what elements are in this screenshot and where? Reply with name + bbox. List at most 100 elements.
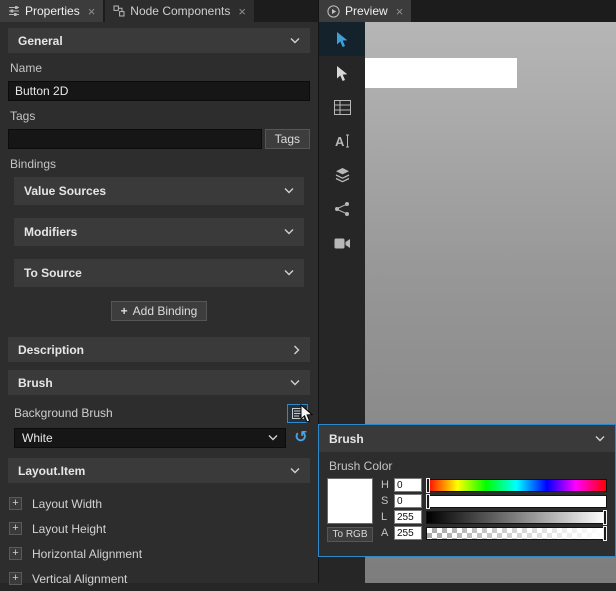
background-brush-row: Background Brush xyxy=(8,403,310,423)
text-tool-icon: A xyxy=(335,134,349,149)
saturation-slider[interactable] xyxy=(426,493,607,509)
section-brush[interactable]: Brush xyxy=(8,370,310,395)
brush-popup-header[interactable]: Brush xyxy=(319,425,615,452)
text-tool[interactable]: A xyxy=(319,124,365,158)
background-brush-label: Background Brush xyxy=(14,406,113,420)
hue-slider[interactable] xyxy=(426,477,607,493)
hue-value-input[interactable] xyxy=(394,478,422,492)
node-components-icon xyxy=(113,5,125,17)
add-property-icon[interactable]: + xyxy=(9,572,22,585)
to-rgb-button[interactable]: To RGB xyxy=(327,527,373,542)
node-graph-tool[interactable] xyxy=(319,192,365,226)
bindings-label: Bindings xyxy=(10,157,57,171)
horizontal-alignment-label: Horizontal Alignment xyxy=(32,546,143,561)
add-binding-label: Add Binding xyxy=(132,304,198,318)
saturation-label: S xyxy=(381,495,389,507)
camera-tool[interactable] xyxy=(319,226,365,260)
lightness-value-input[interactable] xyxy=(394,510,422,524)
select-tool[interactable] xyxy=(319,22,365,56)
layout-width-label: Layout Width xyxy=(32,496,103,511)
slider-marker[interactable] xyxy=(603,509,607,525)
transform-tool[interactable] xyxy=(319,56,365,90)
vertical-alignment-row: + Vertical Alignment xyxy=(8,566,310,591)
properties-icon xyxy=(8,5,20,17)
brush-popup: Brush Brush Color To RGB H S L xyxy=(318,424,616,557)
panel-list-icon xyxy=(291,407,304,419)
plus-icon: + xyxy=(120,304,128,318)
tab-preview[interactable]: Preview × xyxy=(319,0,412,22)
section-description[interactable]: Description xyxy=(8,337,310,362)
layout-height-label: Layout Height xyxy=(32,521,107,536)
add-property-icon[interactable]: + xyxy=(9,497,22,510)
node-graph-icon xyxy=(335,202,349,216)
slider-marker[interactable] xyxy=(426,493,430,509)
section-modifiers[interactable]: Modifiers xyxy=(14,218,304,246)
add-property-icon[interactable]: + xyxy=(9,547,22,560)
brush-editor-button[interactable] xyxy=(287,403,308,423)
camera-icon xyxy=(334,238,350,248)
tags-button[interactable]: Tags xyxy=(264,129,310,149)
chevron-down-icon xyxy=(284,270,294,276)
left-tabbar: Properties × Node Components × xyxy=(0,0,318,22)
alpha-channel-row: A xyxy=(381,525,607,541)
name-input[interactable] xyxy=(8,81,310,101)
chevron-down-icon xyxy=(290,379,300,385)
hue-channel-row: H xyxy=(381,477,607,493)
properties-body: General Name Tags Tags Bindings Value So… xyxy=(0,22,318,591)
table-icon xyxy=(333,99,351,115)
chevron-down-icon xyxy=(284,188,294,194)
alpha-value-input[interactable] xyxy=(394,526,422,540)
color-swatch[interactable] xyxy=(327,478,373,524)
hue-label: H xyxy=(381,479,389,491)
background-brush-dropdown[interactable]: White xyxy=(14,428,286,448)
slider-marker[interactable] xyxy=(426,477,430,493)
saturation-channel-row: S xyxy=(381,493,607,509)
layout-height-row: + Layout Height xyxy=(8,516,310,541)
layers-icon xyxy=(335,168,349,183)
revert-arrow-icon[interactable]: ↺ xyxy=(292,430,310,446)
saturation-value-input[interactable] xyxy=(394,494,422,508)
lightness-slider[interactable] xyxy=(426,509,607,525)
cursor-icon xyxy=(336,31,347,47)
channel-rows: H S L A xyxy=(381,477,607,542)
lightness-channel-row: L xyxy=(381,509,607,525)
tab-node-components[interactable]: Node Components × xyxy=(105,0,254,22)
section-general-label: General xyxy=(18,33,63,48)
section-description-label: Description xyxy=(18,342,85,357)
name-label: Name xyxy=(10,61,43,75)
close-icon[interactable]: × xyxy=(396,5,404,18)
slider-marker[interactable] xyxy=(603,525,607,541)
add-binding-button[interactable]: + Add Binding xyxy=(110,301,208,321)
add-binding-wrap: + Add Binding xyxy=(8,301,310,321)
section-modifiers-label: Modifiers xyxy=(24,225,78,239)
section-layout-item[interactable]: Layout.Item xyxy=(8,458,310,483)
close-icon[interactable]: × xyxy=(88,5,96,18)
button-2d-node[interactable] xyxy=(365,58,517,88)
tab-properties-label: Properties xyxy=(25,4,80,18)
brush-color-label: Brush Color xyxy=(329,459,393,473)
add-property-icon[interactable]: + xyxy=(9,522,22,535)
section-to-source[interactable]: To Source xyxy=(14,259,304,287)
section-value-sources[interactable]: Value Sources xyxy=(14,177,304,205)
swatch-column: To RGB xyxy=(327,478,373,542)
section-value-sources-label: Value Sources xyxy=(24,184,107,198)
section-brush-label: Brush xyxy=(18,375,53,390)
layers-tool[interactable] xyxy=(319,158,365,192)
arrow-pointer-icon xyxy=(336,65,347,81)
section-general[interactable]: General xyxy=(8,28,310,53)
chevron-down-icon xyxy=(290,37,300,43)
chevron-down-icon xyxy=(268,435,278,441)
svg-text:A: A xyxy=(335,134,345,149)
grid-tool[interactable] xyxy=(319,90,365,124)
tags-input[interactable] xyxy=(8,129,262,149)
tab-node-components-label: Node Components xyxy=(130,4,231,18)
tab-properties[interactable]: Properties × xyxy=(0,0,104,22)
lightness-label: L xyxy=(381,511,388,523)
brush-popup-title: Brush xyxy=(329,431,364,446)
chevron-down-icon xyxy=(290,467,300,473)
alpha-slider[interactable] xyxy=(426,525,607,541)
close-icon[interactable]: × xyxy=(238,5,246,18)
section-layout-item-label: Layout.Item xyxy=(18,463,86,478)
chevron-down-icon xyxy=(284,229,294,235)
play-circle-icon xyxy=(327,4,340,18)
